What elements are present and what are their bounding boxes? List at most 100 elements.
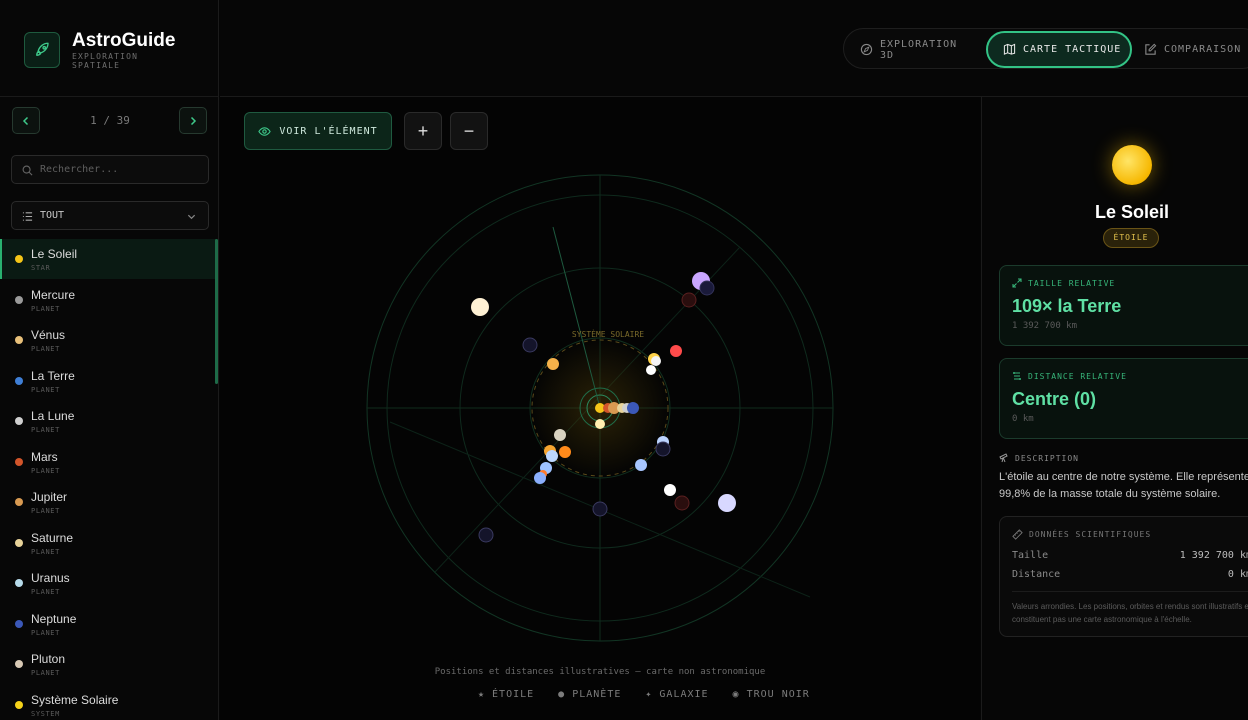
distance-km: 0 km [1012,414,1034,424]
list-item[interactable]: Jupiter PLANET [0,482,216,522]
filter-value: TOUT [40,210,65,221]
color-dot-icon [15,457,23,466]
map-object[interactable] [718,494,736,512]
list-item[interactable]: Le Soleil STAR [0,239,216,279]
map-object[interactable] [664,484,676,496]
map-object[interactable] [681,292,697,308]
app-subtitle: EXPLORATION SPATIALE [72,52,139,70]
sidebar: AstroGuide EXPLORATION SPATIALE 1 / 39 R… [0,0,219,720]
list-item-name: Jupiter [31,490,68,504]
map-object[interactable] [595,419,605,429]
map-object[interactable] [478,527,494,543]
distance-value: Centre (0) [1012,389,1097,409]
map-object[interactable] [547,358,559,370]
map-object[interactable] [546,450,558,462]
list-item-type: PLANET [31,588,60,596]
map-object[interactable] [646,365,656,375]
list-item-type: PLANET [31,345,60,353]
compass-icon [860,43,873,56]
list-icon [22,212,33,221]
map-object[interactable] [670,345,682,357]
ruler-icon [1012,529,1023,540]
list-item[interactable]: Mars PLANET [0,442,216,482]
map-object[interactable] [627,402,639,414]
map-object[interactable] [471,298,489,316]
brand-header: AstroGuide EXPLORATION SPATIALE [0,0,218,97]
list-item-type: PLANET [31,669,60,677]
list-item[interactable]: La Lune PLANET [0,401,216,441]
map-object[interactable] [592,501,608,517]
list-item-type: PLANET [31,547,60,556]
map-object[interactable] [534,472,546,484]
search-input[interactable]: Rechercher... [11,155,209,184]
color-dot-icon [15,417,23,425]
legend-galaxy: ✦ GALAXIE [645,689,709,700]
list-scrollbar[interactable] [215,239,218,384]
sci-value: 0 km [1227,569,1248,580]
map-object[interactable] [674,495,690,511]
distance-title-label: DISTANCE RELATIVE [1028,371,1127,381]
tab-label: EXPLORATION 3D [879,38,958,61]
map-canvas[interactable]: SYSTÈME SOLAIRE [220,97,980,720]
size-card-title: TAILLE RELATIVE [1012,278,1115,288]
next-button[interactable] [179,107,207,134]
rocket-icon [24,32,60,68]
solar-system-label: SYSTÈME SOLAIRE [572,328,644,339]
list-item[interactable]: Uranus PLANET [0,563,216,603]
color-dot-icon [15,660,23,668]
list-item-name: Saturne [31,530,74,545]
distance-card-title: DISTANCE RELATIVE [1012,371,1127,381]
scientific-data-title: DONNÉES SCIENTIFIQUES [1012,529,1151,540]
list-item[interactable]: La Terre PLANET [0,361,216,401]
search-icon [22,165,33,176]
list-item[interactable]: Pluton PLANET [0,644,216,684]
filter-select[interactable]: TOUT [11,201,209,230]
prev-button[interactable] [12,107,40,134]
tab-exploration-3d[interactable]: EXPLORATION 3D [860,31,978,68]
chevron-down-icon [187,214,196,220]
tab-carte-tactique[interactable]: CARTE TACTIQUE [986,31,1132,68]
object-list: Le Soleil STAR Mercure PLANET Vénus PLANET La … [0,239,219,720]
map-disclaimer: Positions et distances illustratives — c… [434,667,766,677]
edit-icon [1145,43,1157,55]
list-item[interactable]: Mercure PLANET [0,280,216,320]
list-item[interactable]: Système Solaire SYSTEM [0,685,216,720]
list-item[interactable]: Neptune PLANET [0,604,216,644]
color-dot-icon [15,619,23,628]
sci-row-size: Taille 1 392 700 km [1012,550,1248,561]
size-km: 1 392 700 km [1012,321,1078,331]
divider [1012,591,1248,592]
sci-label: Distance [1012,569,1061,580]
list-item[interactable]: Saturne PLANET [0,523,216,563]
color-dot-icon [15,700,23,709]
scientific-data-card: DONNÉES SCIENTIFIQUES Taille 1 392 700 k… [999,516,1248,637]
map-legend: ★ ÉTOILE ● PLANÈTE ✦ GALAXIE ◉ TROU NOIR [478,689,810,700]
object-name: Le Soleil [1094,202,1170,222]
description-title-label: DESCRIPTION [1015,453,1079,463]
map-object[interactable] [651,356,661,366]
map-object[interactable] [699,280,715,296]
map-object[interactable] [554,429,566,441]
list-item-name: Vénus [31,328,66,342]
list-item-name: Système Solaire [31,692,119,707]
tactical-map[interactable]: VOIR L'ÉLÉMENT + − SYSTÈME SOLAIRE Posit… [220,97,980,720]
chevron-left-icon [22,116,29,125]
tab-label: COMPARAISON [1164,44,1242,55]
map-object[interactable] [522,337,538,353]
tab-comparaison[interactable]: COMPARAISON [1144,31,1248,68]
map-icon [1003,43,1016,55]
tab-label: CARTE TACTIQUE [1023,44,1122,55]
color-dot-icon [15,538,23,547]
telescope-icon [999,453,1008,463]
map-object[interactable] [635,459,647,471]
list-item-type: PLANET [31,466,60,475]
route-icon [1013,372,1021,380]
list-item-name: La Lune [31,409,75,423]
list-item[interactable]: Vénus PLANET [0,320,216,360]
map-object[interactable] [655,441,671,457]
scientific-note: Valeurs arrondies. Les positions, orbite… [1012,602,1248,624]
scientific-title-label: DONNÉES SCIENTIFIQUES [1029,530,1152,539]
list-item-type: STAR [31,264,51,272]
color-dot-icon [15,579,23,587]
map-object[interactable] [559,446,571,458]
